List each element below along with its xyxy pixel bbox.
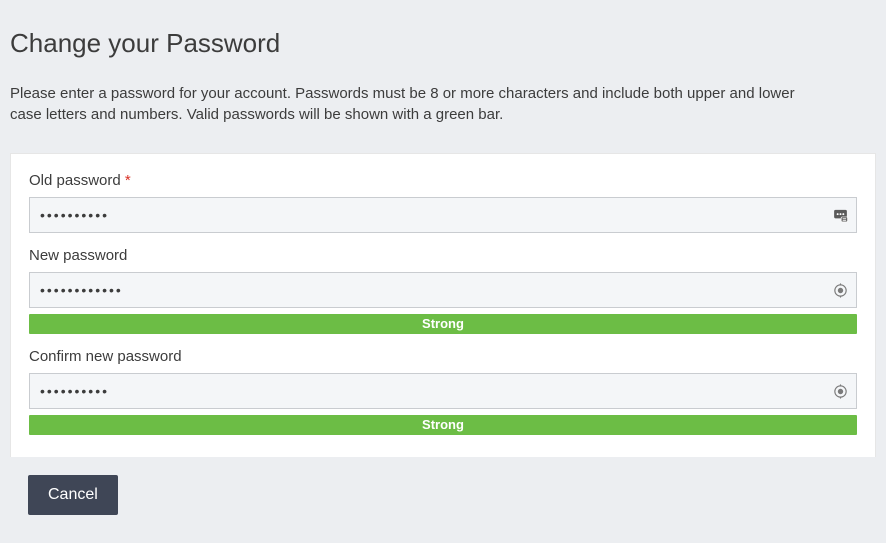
new-password-input-wrap [29, 272, 857, 308]
form-actions: Cancel [10, 457, 876, 533]
old-password-input-wrap [29, 197, 857, 233]
confirm-password-input[interactable] [29, 373, 857, 409]
old-password-group: Old password * [29, 172, 857, 233]
new-password-input[interactable] [29, 272, 857, 308]
old-password-label: Old password * [29, 172, 857, 189]
cancel-button[interactable]: Cancel [28, 475, 118, 515]
new-password-group: New password Strong [29, 247, 857, 334]
confirm-password-group: Confirm new password Strong [29, 348, 857, 435]
page-container: Change your Password Please enter a pass… [0, 0, 886, 543]
page-title: Change your Password [10, 28, 876, 59]
password-toggle-icon[interactable] [831, 382, 849, 400]
new-password-label: New password [29, 247, 857, 264]
change-password-form: Old password * New password Strong Confi… [10, 153, 876, 457]
new-password-strength-bar: Strong [29, 314, 857, 334]
old-password-label-text: Old password [29, 172, 121, 189]
old-password-input[interactable] [29, 197, 857, 233]
password-requirements-text: Please enter a password for your account… [10, 83, 830, 125]
required-asterisk: * [121, 172, 131, 189]
confirm-password-strength-bar: Strong [29, 415, 857, 435]
confirm-password-input-wrap [29, 373, 857, 409]
confirm-password-label: Confirm new password [29, 348, 857, 365]
password-toggle-icon[interactable] [831, 281, 849, 299]
password-manager-icon[interactable] [831, 206, 849, 224]
